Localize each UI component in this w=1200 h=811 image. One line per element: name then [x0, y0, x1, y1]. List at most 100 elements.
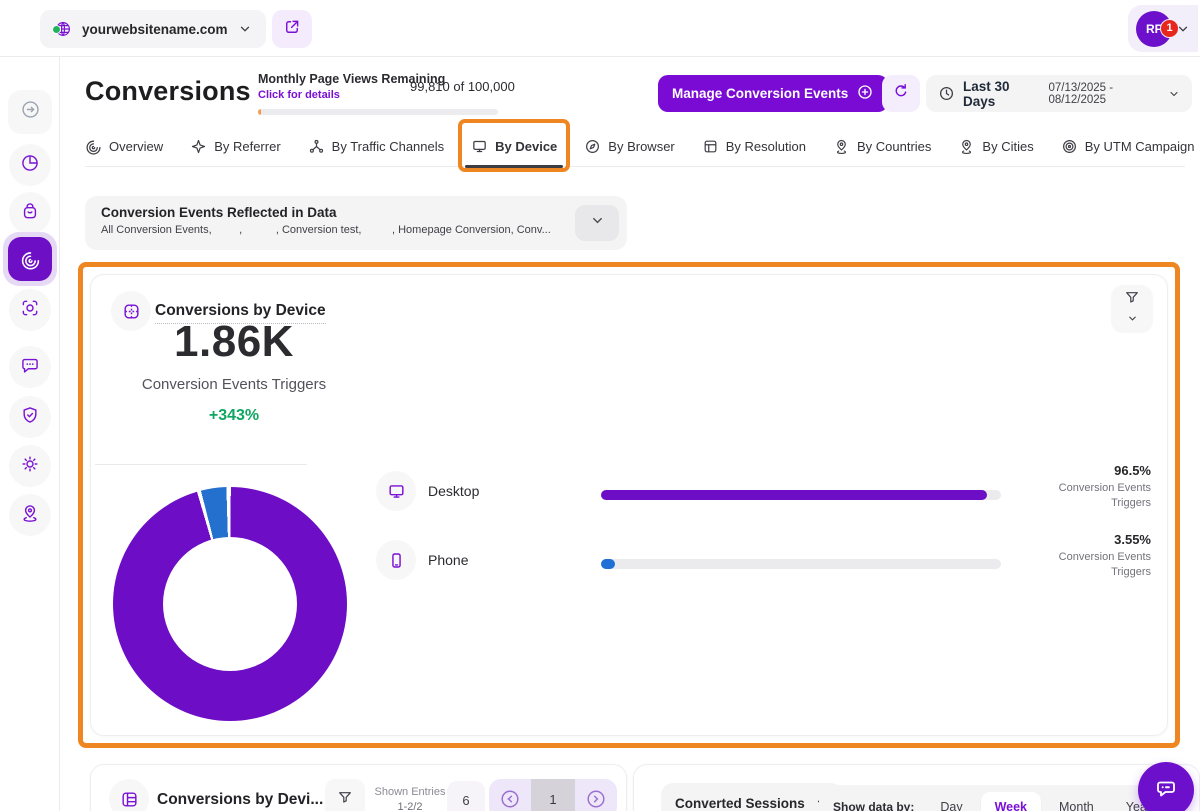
plus-circle-icon: [856, 83, 874, 104]
sidebar-item-security[interactable]: [9, 396, 51, 438]
tab-label: By Browser: [608, 139, 674, 154]
metric-dropdown[interactable]: Converted Sessions: [661, 783, 843, 811]
tab-by-device[interactable]: By Device: [471, 127, 557, 167]
date-preset: Last 30 Days: [963, 79, 1036, 109]
date-range: 07/13/2025 - 08/12/2025: [1048, 82, 1160, 106]
chat-feedback-icon: [20, 355, 40, 380]
shown-entries-value: 1-2/2: [373, 800, 447, 811]
map-pin-icon: [958, 138, 975, 155]
tab-label: By Device: [495, 139, 557, 154]
metric-dropdown-label: Converted Sessions: [675, 796, 805, 811]
sparkle-icon: [190, 138, 207, 155]
tab-label: By Referrer: [214, 139, 280, 154]
chevron-down-icon: [590, 213, 605, 233]
tab-label: By Resolution: [726, 139, 806, 154]
open-website-button[interactable]: [272, 10, 312, 48]
pageviews-value: 99,810 of 100,000: [410, 79, 515, 94]
tab-label: By Traffic Channels: [332, 139, 444, 154]
chevron-down-icon: [238, 22, 252, 36]
target-rings-icon: [1061, 138, 1078, 155]
refresh-icon: [892, 82, 910, 105]
tab-label: Overview: [109, 139, 163, 154]
show-data-by-label: Show data by:: [833, 800, 914, 811]
converted-sessions-card: Converted Sessions Show data by: Day Wee…: [633, 764, 1200, 811]
tab-by-referrer[interactable]: By Referrer: [190, 127, 280, 167]
tab-by-utm-campaign[interactable]: By UTM Campaign: [1061, 127, 1195, 167]
sidebar-item-feedback[interactable]: [9, 346, 51, 388]
pagination: 1: [489, 779, 617, 811]
conversions-by-device-card: Conversions by Device 1.86K Conversion E…: [90, 274, 1168, 736]
sidebar-item-goals[interactable]: [9, 289, 51, 331]
tab-by-cities[interactable]: By Cities: [958, 127, 1033, 167]
spiral-icon: [85, 138, 102, 155]
banner-expand-button[interactable]: [575, 205, 619, 241]
device-label-desktop: Desktop: [428, 483, 479, 499]
banner-subtitle: All Conversion Events, , , Conversion te…: [101, 224, 567, 236]
location-pin-icon: [20, 503, 40, 528]
refresh-button[interactable]: [882, 75, 920, 112]
filter-button[interactable]: [1111, 285, 1153, 333]
tab-by-browser[interactable]: By Browser: [584, 127, 674, 167]
map-pin-icon: [833, 138, 850, 155]
tab-by-resolution[interactable]: By Resolution: [702, 127, 806, 167]
sidebar-item-settings[interactable]: [9, 445, 51, 487]
panel-toggle-icon: [20, 99, 41, 125]
sidebar-panel-toggle[interactable]: [8, 90, 52, 134]
window-frame-icon: [702, 138, 719, 155]
phone-icon: [376, 540, 416, 580]
website-name: yourwebsitename.com: [82, 22, 228, 37]
device-donut-chart[interactable]: [113, 487, 347, 721]
chevron-down-icon: [1127, 311, 1138, 329]
notification-badge: 1: [1160, 19, 1179, 38]
date-range-picker[interactable]: Last 30 Days 07/13/2025 - 08/12/2025: [926, 75, 1192, 112]
tab-by-countries[interactable]: By Countries: [833, 127, 931, 167]
segment-option-week[interactable]: Week: [981, 792, 1041, 811]
account-menu[interactable]: RF 1: [1128, 5, 1198, 52]
stat-change-badge: +343%: [99, 407, 369, 425]
pageviews-details-link[interactable]: Click for details: [258, 89, 340, 101]
settings-gear-icon: [20, 454, 40, 479]
desktop-bar-track: [601, 490, 1001, 500]
previous-page-button[interactable]: [489, 779, 531, 811]
filter-button[interactable]: [325, 779, 365, 811]
page-size-selector[interactable]: 6: [447, 781, 485, 811]
page: yourwebsitename.com RF 1: [0, 0, 1200, 811]
tab-label: By UTM Campaign: [1085, 139, 1195, 154]
website-favicon-icon: [54, 20, 72, 38]
live-chat-button[interactable]: [1138, 762, 1194, 811]
pie-chart-icon: [20, 153, 40, 178]
next-page-button[interactable]: [575, 779, 617, 811]
sidebar-item-ecommerce[interactable]: [9, 192, 51, 234]
stat-block: 1.86K Conversion Events Triggers +343%: [99, 317, 369, 425]
tab-by-traffic-channels[interactable]: By Traffic Channels: [308, 127, 444, 167]
device-label-phone: Phone: [428, 552, 468, 568]
sidebar-item-geo[interactable]: [9, 494, 51, 536]
monitor-icon: [376, 471, 416, 511]
sidebar-item-conversions[interactable]: [3, 232, 57, 286]
segment-option-day[interactable]: Day: [926, 792, 976, 811]
focus-target-icon: [20, 298, 40, 323]
funnel-icon: [337, 789, 353, 810]
banner-title: Conversion Events Reflected in Data: [101, 205, 567, 220]
manage-conversion-events-button[interactable]: Manage Conversion Events: [658, 75, 888, 112]
tab-label: By Countries: [857, 139, 931, 154]
website-selector[interactable]: yourwebsitename.com: [40, 10, 266, 48]
tab-overview[interactable]: Overview: [85, 127, 163, 167]
desktop-percent: 96.5%: [1031, 463, 1151, 478]
sidebar-item-analytics[interactable]: [9, 144, 51, 186]
current-page[interactable]: 1: [531, 779, 575, 811]
tab-label: By Cities: [982, 139, 1033, 154]
conversions-by-device-table-card: Conversions by Devi... Shown Entries 1-2…: [90, 764, 627, 811]
card-title[interactable]: Conversions by Devi...: [157, 791, 323, 811]
conversion-spiral-icon: [8, 237, 52, 281]
nodes-icon: [308, 138, 325, 155]
stat-value: 1.86K: [99, 317, 369, 367]
segment-option-month[interactable]: Month: [1045, 792, 1108, 811]
conversion-events-banner: Conversion Events Reflected in Data All …: [85, 196, 627, 250]
stat-label: Conversion Events Triggers: [99, 376, 369, 393]
status-dot: [52, 25, 61, 34]
funnel-icon: [1124, 289, 1140, 310]
chat-bubble-icon: [1154, 776, 1178, 805]
table-icon: [109, 779, 149, 811]
phone-value: 3.55% Conversion Events Triggers: [1031, 532, 1151, 580]
